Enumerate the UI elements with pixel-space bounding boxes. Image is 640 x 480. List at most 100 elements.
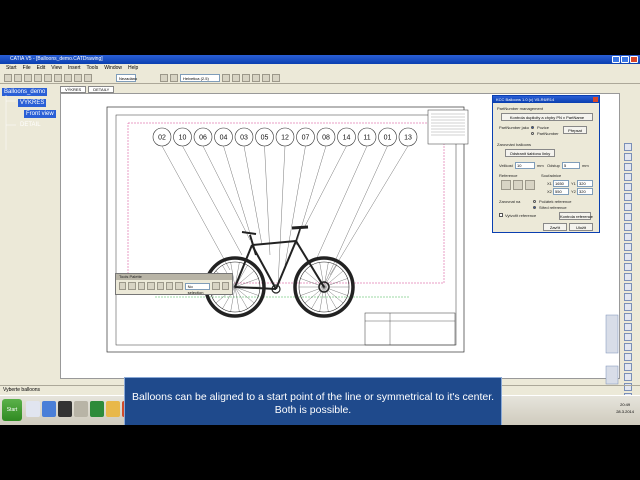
velikost-input[interactable]: 10: [515, 162, 535, 169]
zavrit-button[interactable]: Zavřít: [543, 223, 567, 231]
system-clock: 20:49 28.3.2014: [616, 401, 634, 415]
drawing-tool-icon-20[interactable]: [624, 333, 632, 341]
drawing-tool-icon-1[interactable]: [624, 143, 632, 151]
wheel-spoke: [304, 270, 325, 288]
drawing-tool-icon-19[interactable]: [624, 323, 632, 331]
reference-icon-2[interactable]: [513, 180, 523, 190]
drawing-tool-icon-2[interactable]: [624, 153, 632, 161]
terminal-icon[interactable]: [58, 401, 72, 417]
y1-label: Y1: [571, 181, 576, 186]
balloon-leader: [223, 145, 256, 251]
drawing-tool-icon-8[interactable]: [624, 213, 632, 221]
dialog-title: KCC Balloons 1.0 (c) V5-R6/R14: [496, 97, 555, 102]
odstup-unit: mm: [582, 163, 589, 168]
palette-icon-9[interactable]: [221, 282, 230, 290]
balloons-dialog: KCC Balloons 1.0 (c) V5-R6/R14 PartNumbe…: [492, 95, 600, 233]
drawing-tool-icon-4[interactable]: [624, 173, 632, 181]
x2-label: X2: [547, 189, 552, 194]
control-duplicity-button[interactable]: Kontrola duplicity a chyby PN v PartName: [501, 113, 593, 121]
drawing-tool-icon-7[interactable]: [624, 203, 632, 211]
drawing-tool-icon-13[interactable]: [624, 263, 632, 271]
x1-input[interactable]: 1650: [553, 180, 569, 187]
drawing-tool-icon-11[interactable]: [624, 243, 632, 251]
excel-icon[interactable]: [90, 401, 104, 417]
balloon-leader: [295, 145, 327, 246]
word-icon[interactable]: [42, 401, 56, 417]
clock-date: 28.3.2014: [616, 409, 634, 414]
drawing-tool-icon-21[interactable]: [624, 343, 632, 351]
dialog-close-button[interactable]: [593, 97, 598, 102]
sheet-inner-frame: [115, 114, 457, 346]
palette-icon-5[interactable]: [156, 282, 164, 290]
bom-table: [427, 109, 469, 145]
souradnice-label: Souřadnice: [541, 173, 562, 178]
explorer-icon[interactable]: [74, 401, 88, 417]
palette-icon-3[interactable]: [137, 282, 146, 290]
folder-icon[interactable]: [106, 401, 120, 417]
palette-selection[interactable]: No selection: [184, 282, 211, 295]
reference-icon-3[interactable]: [525, 180, 535, 190]
radio-partnumber[interactable]: [531, 132, 534, 135]
radio-stred-label: Střed reference: [539, 205, 567, 210]
start-button[interactable]: Start: [2, 399, 22, 421]
dialog-titlebar: KCC Balloons 1.0 (c) V5-R6/R14: [493, 96, 599, 103]
palette-icon-7[interactable]: [175, 282, 183, 290]
palette-icon-1[interactable]: [119, 282, 127, 290]
balloon-leader: [329, 145, 409, 276]
radio-stred[interactable]: [533, 206, 536, 209]
drawing-tool-icon-12[interactable]: [624, 253, 632, 261]
balloon-label: 03: [240, 135, 248, 142]
balloon-leader: [303, 145, 347, 229]
y2-label: Y2: [571, 189, 576, 194]
odstup-label: Odstup: [547, 163, 560, 168]
drawing-tool-icon-15[interactable]: [624, 283, 632, 291]
drawing-tool-icon-10[interactable]: [624, 233, 632, 241]
ie-icon[interactable]: [26, 401, 40, 417]
y2-input[interactable]: 320: [577, 188, 593, 195]
balloon-label: 02: [158, 135, 166, 142]
reference-icon-1[interactable]: [501, 180, 511, 190]
tutorial-caption: Balloons can be aligned to a start point…: [124, 377, 502, 425]
drawing-tool-icon-5[interactable]: [624, 183, 632, 191]
palette-icon-2[interactable]: [128, 282, 136, 290]
ulozit-button[interactable]: Uložit: [569, 223, 593, 231]
section-partnumber: PartNumber management: [497, 106, 544, 111]
tools-palette: Tools Palette No selection: [115, 273, 233, 295]
balloon-label: 04: [220, 135, 228, 142]
balloon-label: 07: [302, 135, 310, 142]
drawing-tool-icon-17[interactable]: [624, 303, 632, 311]
drawing-tool-icon-24[interactable]: [624, 373, 632, 381]
drawing-tool-icon-16[interactable]: [624, 293, 632, 301]
balloon-leader: [277, 145, 286, 286]
drawing-tool-icon-18[interactable]: [624, 313, 632, 321]
radio-partnumber-label: PartNumber: [537, 131, 559, 136]
prepsat-button[interactable]: Přepsat: [563, 126, 587, 134]
drawing-tool-icon-22[interactable]: [624, 353, 632, 361]
radio-pozice[interactable]: [531, 126, 534, 129]
section-alignment: Zarovnání balloons: [497, 142, 532, 147]
velikost-unit: mm: [537, 163, 544, 168]
balloon-leader: [324, 145, 388, 284]
radio-pocatek[interactable]: [533, 200, 536, 203]
palette-icon-6[interactable]: [165, 282, 174, 290]
drawing-tool-icon-23[interactable]: [624, 363, 632, 371]
balloon-label: 06: [199, 135, 207, 142]
drawing-tool-icon-6[interactable]: [624, 193, 632, 201]
vytvorit-checkbox[interactable]: [499, 213, 503, 217]
palette-icon-4[interactable]: [147, 282, 155, 290]
x2-input[interactable]: 550: [553, 188, 569, 195]
delete-template-button[interactable]: Odstranit šablonu linky: [505, 149, 555, 157]
balloon-label: 10: [179, 135, 187, 142]
wheel-spoke: [304, 286, 325, 304]
odstup-input[interactable]: 5: [562, 162, 580, 169]
palette-icon-8[interactable]: [212, 282, 220, 290]
clock-time: 20:49: [620, 402, 631, 407]
drawing-tool-icon-14[interactable]: [624, 273, 632, 281]
drawing-tool-icon-3[interactable]: [624, 163, 632, 171]
balloon-leader: [264, 145, 271, 256]
y1-input[interactable]: 320: [577, 180, 593, 187]
kontrola-reference-button[interactable]: Kontrola reference: [559, 212, 593, 220]
x1-label: X1: [547, 181, 552, 186]
balloon-leader: [284, 145, 306, 266]
drawing-tool-icon-9[interactable]: [624, 223, 632, 231]
